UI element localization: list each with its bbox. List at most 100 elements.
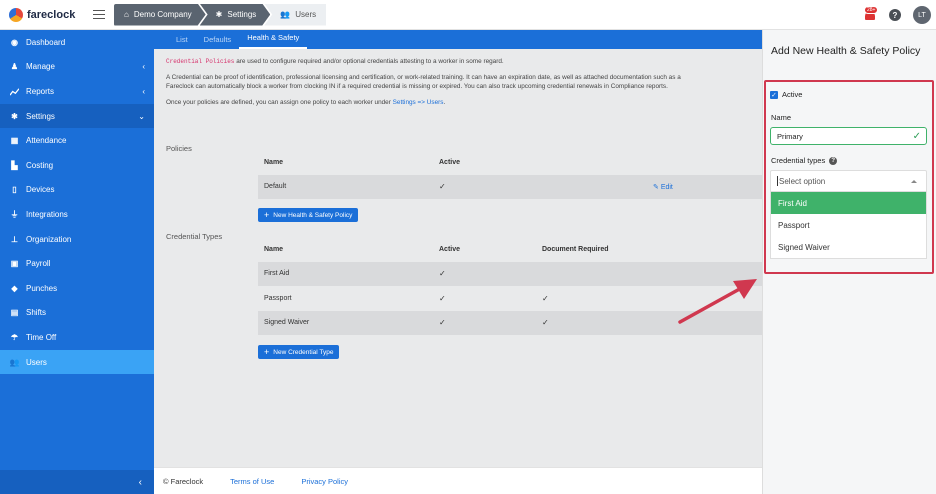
credential-options-list: First Aid Passport Signed Waiver: [770, 192, 927, 259]
gear-icon: ✱: [215, 10, 223, 19]
tab-defaults[interactable]: Defaults: [196, 35, 240, 49]
sidebar-item-manage[interactable]: ♟ Manage ‹: [0, 55, 154, 80]
sidebar-item-label: Organization: [26, 234, 72, 244]
active-label: Active: [782, 90, 803, 99]
breadcrumb-users[interactable]: 👥 Users: [264, 3, 327, 26]
sidebar: ◉ Dashboard ♟ Manage ‹ Reports ‹ ✱ Settings ⌄ …: [0, 30, 154, 494]
new-credential-type-button[interactable]: + New Credential Type: [258, 345, 340, 359]
sidebar-item-reports[interactable]: Reports ‹: [0, 79, 154, 104]
sidebar-item-attendance[interactable]: ▦ Attendance: [0, 128, 154, 153]
question-icon[interactable]: ?: [829, 157, 838, 166]
sidebar-item-time-off[interactable]: ☂ Time Off: [0, 325, 154, 350]
sidebar-item-settings[interactable]: ✱ Settings ⌄: [0, 103, 154, 129]
help-icon[interactable]: ?: [889, 9, 901, 21]
intro-text: Credential Policies are used to configur…: [154, 49, 762, 121]
check-icon: ✓: [439, 318, 446, 328]
sidebar-item-dashboard[interactable]: ◉ Dashboard: [0, 30, 154, 55]
shifts-icon: ▤: [10, 308, 19, 318]
option-first-aid[interactable]: First Aid: [771, 192, 926, 214]
table-header: Name Active: [258, 150, 762, 175]
sidebar-item-integrations[interactable]: ⏚ Integrations: [0, 202, 154, 227]
sidebar-item-label: Dashboard: [26, 37, 66, 47]
name-label: Name: [771, 113, 792, 122]
breadcrumb: ⌂ Demo Company ✱ Settings 👥 Users: [114, 3, 327, 26]
hamburger-menu-icon[interactable]: [93, 7, 105, 21]
policies-label: Policies: [166, 144, 192, 153]
logo-icon: [9, 7, 23, 22]
new-credential-type-label: New Credential Type: [273, 348, 334, 356]
option-signed-waiver[interactable]: Signed Waiver: [771, 236, 926, 258]
sidebar-item-shifts[interactable]: ▤ Shifts: [0, 301, 154, 326]
check-icon: ✓: [542, 293, 549, 303]
terms-of-use-link[interactable]: Terms of Use: [230, 477, 274, 486]
sidebar-item-users[interactable]: 👥 Users: [0, 349, 154, 375]
credential-name: Signed Waiver: [264, 319, 310, 327]
logo-text: fareclock: [27, 8, 76, 21]
column-header-name: Name: [264, 245, 284, 253]
org-icon: ⊥: [11, 234, 18, 244]
name-field[interactable]: Primary ✓: [770, 127, 927, 145]
edit-link[interactable]: ✎ Edit: [653, 183, 673, 191]
sidebar-item-costing[interactable]: ▙ Costing: [0, 153, 154, 178]
sidebar-item-label: Attendance: [26, 136, 67, 146]
credential-types-field-label: Credential types?: [771, 156, 838, 166]
plug-icon: ⏚: [10, 209, 19, 219]
table-row[interactable]: First Aid ✓: [258, 261, 762, 286]
costing-icon: ▙: [11, 160, 18, 170]
credential-policies-code: Credential Policies: [166, 58, 235, 65]
breadcrumb-settings[interactable]: ✱ Settings: [200, 4, 271, 26]
credential-types-select[interactable]: Select option: [770, 170, 927, 192]
caret-up-icon: [911, 180, 917, 183]
intro-paragraph-2b: Fareclock can automatically block a work…: [166, 83, 668, 90]
sidebar-collapse-button[interactable]: ‹: [0, 470, 154, 494]
intro-paragraph-1: are used to configure required and/or op…: [234, 58, 504, 65]
chevron-left-icon: ‹: [138, 476, 142, 488]
breadcrumb-company[interactable]: ⌂ Demo Company: [114, 4, 206, 26]
sidebar-item-payroll[interactable]: ▣ Payroll: [0, 251, 154, 276]
table-row[interactable]: Passport ✓ ✓: [258, 286, 762, 311]
sidebar-item-organization[interactable]: ⊥ Organization: [0, 227, 154, 252]
top-bar: fareclock ⌂ Demo Company ✱ Settings 👥 Us…: [0, 0, 936, 30]
user-avatar[interactable]: LT: [913, 6, 931, 24]
tab-list[interactable]: List: [168, 35, 196, 49]
home-icon: ⌂: [124, 10, 129, 19]
sidebar-item-label: Time Off: [26, 332, 57, 342]
sidebar-item-devices[interactable]: ▯ Devices: [0, 178, 154, 203]
breadcrumb-settings-label: Settings: [227, 10, 257, 19]
sidebar-item-label: Reports: [26, 86, 55, 96]
users-icon: 👥: [280, 10, 291, 19]
table-row[interactable]: Signed Waiver ✓ ✓: [258, 310, 762, 335]
name-field-value: Primary: [777, 131, 803, 141]
credential-types-table: Name Active Document Required First Aid …: [258, 237, 762, 335]
device-icon: ▯: [12, 185, 17, 195]
privacy-policy-link[interactable]: Privacy Policy: [301, 477, 348, 486]
dashboard-icon: ◉: [11, 37, 18, 47]
credential-name: First Aid: [264, 270, 290, 278]
settings-users-link[interactable]: Settings => Users: [393, 99, 444, 106]
notifications-bell-icon[interactable]: 28+: [863, 6, 879, 22]
punch-icon: ◆: [11, 283, 18, 293]
sidebar-item-label: Devices: [26, 185, 55, 195]
person-icon: ♟: [10, 62, 19, 72]
sidebar-item-label: Settings: [26, 111, 55, 121]
new-policy-button[interactable]: + New Health & Safety Policy: [258, 208, 359, 222]
tab-health-safety[interactable]: Health & Safety: [239, 33, 308, 49]
tab-bar: List Defaults Health & Safety: [154, 30, 762, 49]
option-passport[interactable]: Passport: [771, 214, 926, 236]
select-placeholder: Select option: [779, 176, 826, 186]
footer: © Fareclock Terms of Use Privacy Policy: [154, 467, 762, 494]
sidebar-item-label: Integrations: [26, 209, 68, 219]
breadcrumb-users-label: Users: [295, 10, 317, 19]
breadcrumb-company-label: Demo Company: [133, 10, 192, 19]
edit-label: Edit: [660, 183, 673, 191]
plus-icon: +: [264, 209, 270, 220]
active-checkbox[interactable]: ✓ Active: [770, 90, 802, 99]
column-header-active: Active: [439, 158, 461, 166]
chevron-left-icon: ‹: [142, 62, 145, 72]
table-row[interactable]: Default ✓ ✎ Edit: [258, 174, 762, 199]
check-icon: ✓: [912, 130, 921, 142]
fareclock-logo[interactable]: fareclock: [9, 7, 89, 22]
sidebar-item-label: Shifts: [26, 308, 47, 318]
credential-types-label-text: Credential types: [771, 156, 826, 165]
sidebar-item-punches[interactable]: ◆ Punches: [0, 276, 154, 301]
